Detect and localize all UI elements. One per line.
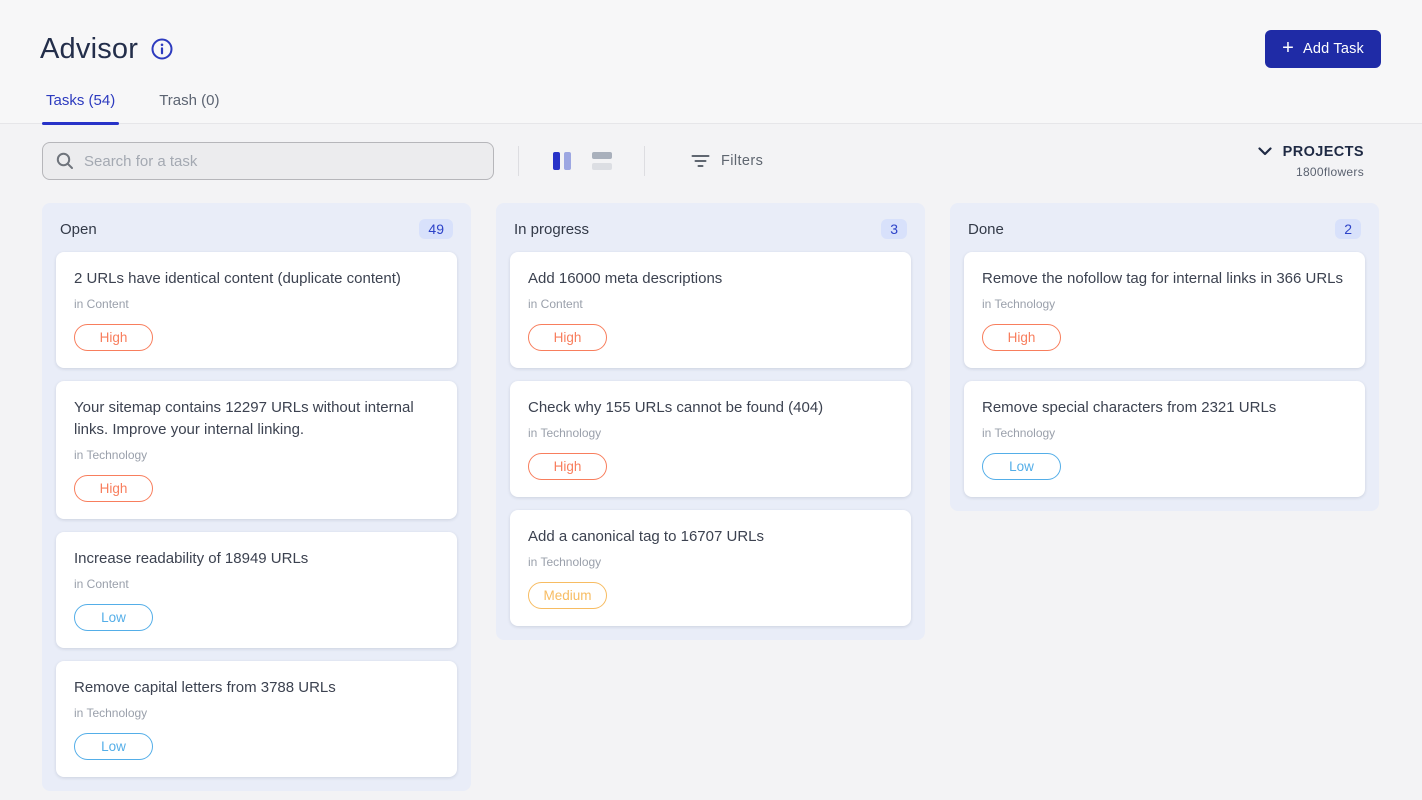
task-category: in Content bbox=[74, 577, 439, 591]
priority-badge[interactable]: Medium bbox=[528, 582, 607, 609]
column-open: Open 49 2 URLs have identical content (dup… bbox=[42, 203, 471, 791]
column-done: Done 2 Remove the nofollow tag for interna… bbox=[950, 203, 1379, 511]
task-card[interactable]: Add 16000 meta descriptions in Content Hig… bbox=[510, 252, 911, 368]
column-header: Done 2 bbox=[964, 216, 1365, 252]
tab-trash[interactable]: Trash (0) bbox=[155, 92, 223, 123]
priority-badge[interactable]: Low bbox=[982, 453, 1061, 480]
board: Open 49 2 URLs have identical content (dup… bbox=[42, 203, 1380, 791]
column-count-badge: 3 bbox=[881, 219, 907, 239]
page-title: Advisor bbox=[40, 33, 138, 66]
priority-badge[interactable]: High bbox=[74, 324, 153, 351]
filters-button[interactable]: Filters bbox=[691, 153, 763, 169]
card-list: 2 URLs have identical content (duplicate… bbox=[56, 252, 457, 777]
task-title: Your sitemap contains 12297 URLs without… bbox=[74, 397, 439, 441]
column-in-progress: In progress 3 Add 16000 meta descriptions i… bbox=[496, 203, 925, 640]
chevron-down-icon bbox=[1258, 147, 1272, 156]
search-icon bbox=[56, 152, 74, 170]
task-category: in Technology bbox=[528, 426, 893, 440]
view-toggle bbox=[553, 152, 612, 170]
project-name: 1800flowers bbox=[1258, 165, 1364, 179]
task-card[interactable]: Check why 155 URLs cannot be found (404)… bbox=[510, 381, 911, 497]
task-card[interactable]: Remove special characters from 2321 URLs… bbox=[964, 381, 1365, 497]
column-title: Open bbox=[60, 221, 97, 238]
task-title: Increase readability of 18949 URLs bbox=[74, 548, 439, 570]
task-title: Add a canonical tag to 16707 URLs bbox=[528, 526, 893, 548]
task-title: Remove the nofollow tag for internal lin… bbox=[982, 268, 1347, 290]
search-input[interactable] bbox=[84, 153, 480, 170]
title-row: Advisor + Add Task bbox=[0, 0, 1422, 68]
filter-icon bbox=[691, 154, 710, 168]
priority-badge[interactable]: High bbox=[74, 475, 153, 502]
task-category: in Technology bbox=[982, 297, 1347, 311]
task-title: Remove capital letters from 3788 URLs bbox=[74, 677, 439, 699]
list-view-icon[interactable] bbox=[592, 152, 612, 170]
kanban-view-icon[interactable] bbox=[553, 152, 571, 170]
filters-label: Filters bbox=[721, 153, 763, 169]
projects-label: PROJECTS bbox=[1283, 144, 1364, 160]
task-category: in Content bbox=[74, 297, 439, 311]
projects-dropdown[interactable]: PROJECTS 1800flowers bbox=[1258, 144, 1364, 179]
add-task-button[interactable]: + Add Task bbox=[1265, 30, 1381, 68]
header: Advisor + Add Task Tasks (54) Trash (0) bbox=[0, 0, 1422, 124]
toolbar: Filters PROJECTS 1800flowers bbox=[42, 142, 1364, 180]
search-box[interactable] bbox=[42, 142, 494, 180]
task-card[interactable]: 2 URLs have identical content (duplicate… bbox=[56, 252, 457, 368]
task-category: in Technology bbox=[74, 706, 439, 720]
priority-badge[interactable]: High bbox=[528, 324, 607, 351]
info-icon[interactable] bbox=[151, 38, 173, 60]
task-category: in Content bbox=[528, 297, 893, 311]
task-card[interactable]: Remove the nofollow tag for internal lin… bbox=[964, 252, 1365, 368]
card-list: Remove the nofollow tag for internal lin… bbox=[964, 252, 1365, 497]
tabs: Tasks (54) Trash (0) bbox=[0, 92, 1422, 124]
priority-badge[interactable]: Low bbox=[74, 733, 153, 760]
toolbar-divider bbox=[644, 146, 645, 176]
priority-badge[interactable]: High bbox=[528, 453, 607, 480]
column-count-badge: 2 bbox=[1335, 219, 1361, 239]
task-category: in Technology bbox=[74, 448, 439, 462]
toolbar-divider bbox=[518, 146, 519, 176]
task-card[interactable]: Your sitemap contains 12297 URLs without… bbox=[56, 381, 457, 519]
plus-icon: + bbox=[1282, 38, 1294, 58]
column-count-badge: 49 bbox=[419, 219, 453, 239]
tab-tasks[interactable]: Tasks (54) bbox=[42, 92, 119, 123]
column-header: Open 49 bbox=[56, 216, 457, 252]
column-header: In progress 3 bbox=[510, 216, 911, 252]
task-category: in Technology bbox=[528, 555, 893, 569]
task-card[interactable]: Add a canonical tag to 16707 URLs in Tech… bbox=[510, 510, 911, 626]
priority-badge[interactable]: High bbox=[982, 324, 1061, 351]
task-title: Add 16000 meta descriptions bbox=[528, 268, 893, 290]
task-category: in Technology bbox=[982, 426, 1347, 440]
advisor-page: Advisor + Add Task Tasks (54) Trash (0) bbox=[0, 0, 1422, 800]
task-card[interactable]: Remove capital letters from 3788 URLs in … bbox=[56, 661, 457, 777]
task-card[interactable]: Increase readability of 18949 URLs in Con… bbox=[56, 532, 457, 648]
task-title: 2 URLs have identical content (duplicate… bbox=[74, 268, 439, 290]
column-title: In progress bbox=[514, 221, 589, 238]
add-task-label: Add Task bbox=[1303, 41, 1364, 57]
card-list: Add 16000 meta descriptions in Content Hig… bbox=[510, 252, 911, 626]
task-title: Remove special characters from 2321 URLs bbox=[982, 397, 1347, 419]
column-title: Done bbox=[968, 221, 1004, 238]
priority-badge[interactable]: Low bbox=[74, 604, 153, 631]
task-title: Check why 155 URLs cannot be found (404) bbox=[528, 397, 893, 419]
